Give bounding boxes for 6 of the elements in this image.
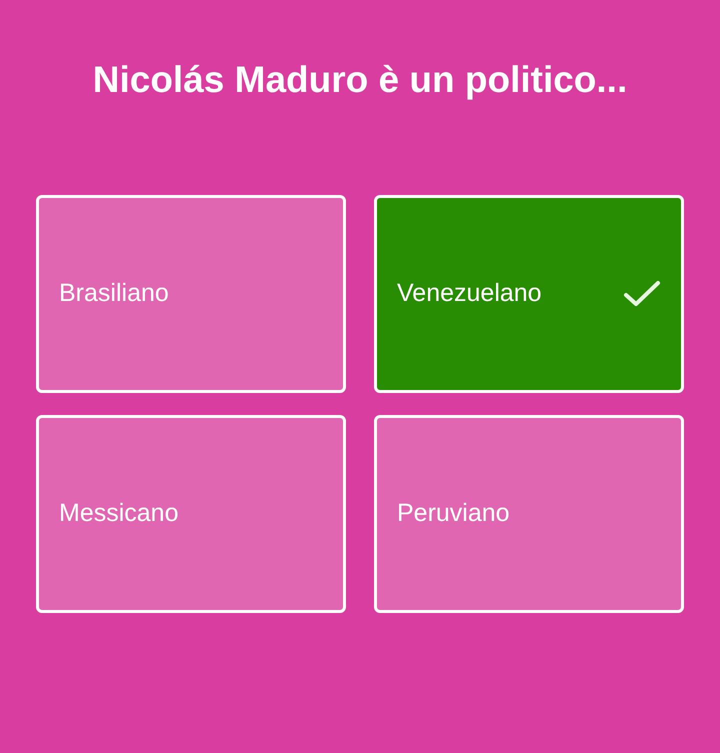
answer-option[interactable]: Peruviano xyxy=(374,415,684,613)
answer-option[interactable]: Messicano xyxy=(36,415,346,613)
answer-option[interactable]: Brasiliano xyxy=(36,195,346,393)
checkmark-icon xyxy=(623,280,661,308)
question-title: Nicolás Maduro è un politico... xyxy=(92,58,628,102)
answer-option[interactable]: Venezuelano xyxy=(374,195,684,393)
